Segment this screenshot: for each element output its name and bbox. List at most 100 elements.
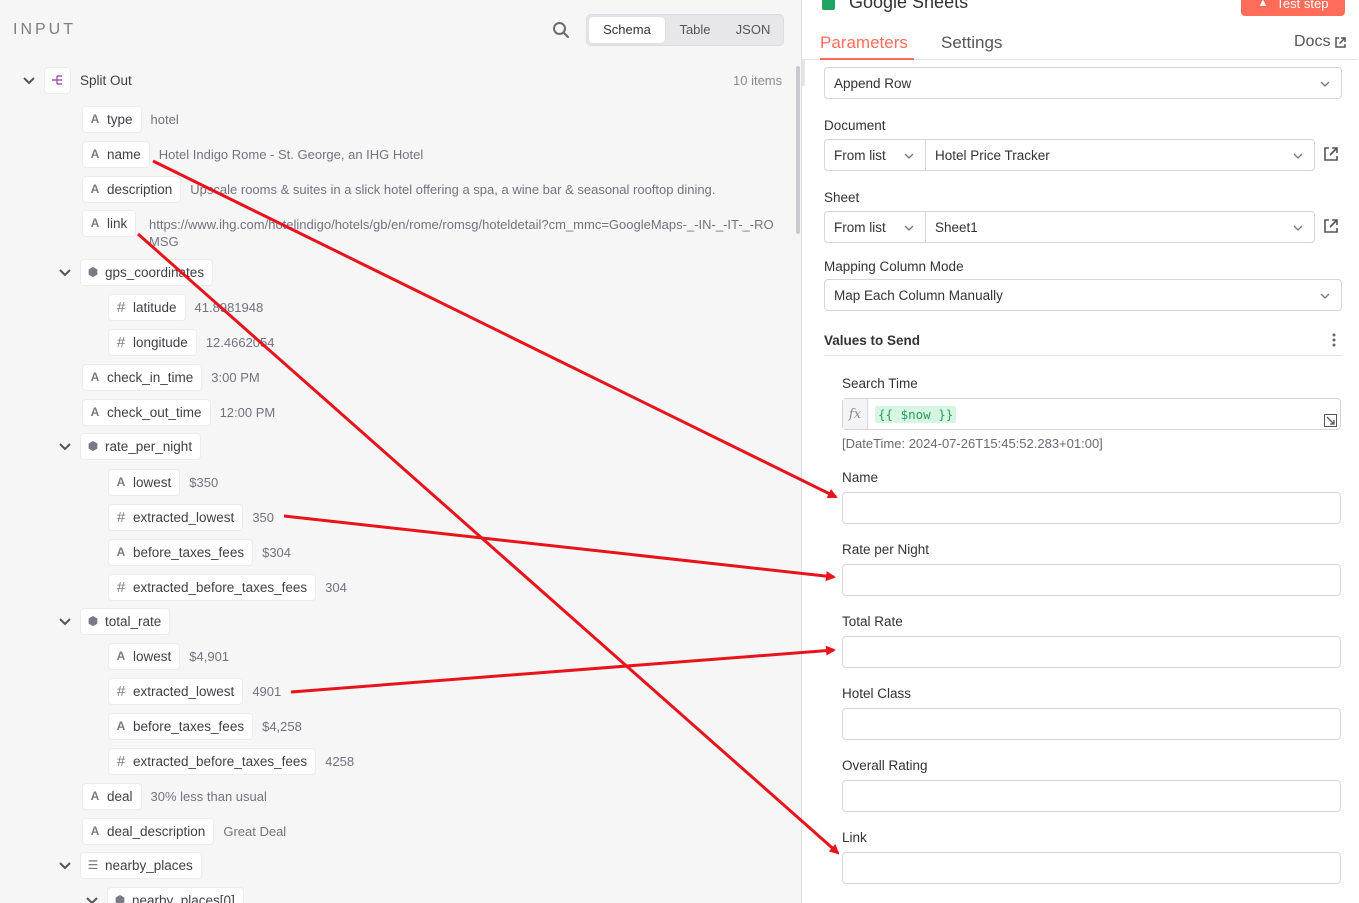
test-step-button[interactable]: ▲ Test step <box>1241 0 1345 16</box>
field-key-chip[interactable]: Adeal_description <box>82 817 215 845</box>
item-count: 10 items <box>733 73 783 88</box>
more-options-icon[interactable] <box>1332 333 1336 347</box>
column-input-link[interactable] <box>842 852 1341 884</box>
field-name[interactable]: Aname Hotel Indigo Rome - St. George, an … <box>82 140 423 168</box>
object-type-icon: ⬢ <box>87 614 99 628</box>
field-key-chip[interactable]: Atype <box>82 105 142 133</box>
docs-link[interactable]: Docs <box>1294 33 1347 51</box>
field-key: extracted_before_taxes_fees <box>133 753 308 769</box>
tree-root-label: Split Out <box>80 72 132 88</box>
field-key: gps_coordinates <box>105 264 205 280</box>
chevron-down-icon[interactable] <box>22 73 36 87</box>
field-key-chip[interactable]: Alowest <box>108 642 181 670</box>
open-sheet-icon[interactable] <box>1323 218 1339 234</box>
field-tr-extracted-before-taxes-fees[interactable]: # extracted_before_taxes_fees 4258 <box>108 747 354 775</box>
field-tr-before-taxes-fees[interactable]: Abefore_taxes_fees $4,258 <box>108 712 302 740</box>
object-type-icon: ⬢ <box>87 265 99 279</box>
view-schema-button[interactable]: Schema <box>589 17 665 43</box>
chevron-down-icon[interactable] <box>58 614 72 628</box>
field-deal-description[interactable]: Adeal_description Great Deal <box>82 817 286 845</box>
field-key-chip[interactable]: # longitude <box>108 328 197 356</box>
field-rate-per-night[interactable]: ⬢ rate_per_night <box>58 432 202 460</box>
field-key: total_rate <box>105 613 162 629</box>
field-key-chip[interactable]: Alink <box>82 209 137 237</box>
field-key-chip[interactable]: ☰ nearby_places <box>80 851 202 879</box>
string-type-icon: A <box>116 545 126 559</box>
tab-parameters[interactable]: Parameters <box>820 33 908 53</box>
field-key-chip[interactable]: # extracted_before_taxes_fees <box>108 573 317 601</box>
field-check-in-time[interactable]: Acheck_in_time 3:00 PM <box>82 363 260 391</box>
string-type-icon: A <box>116 649 126 663</box>
field-key-chip[interactable]: Aname <box>82 140 150 168</box>
field-value: Upscale rooms & suites in a slick hotel … <box>190 181 716 197</box>
field-nearby-places-0[interactable]: ⬢ nearby_places[0] <box>85 886 244 903</box>
field-value: $304 <box>262 544 292 560</box>
chevron-down-icon <box>1320 81 1330 87</box>
view-table-button[interactable]: Table <box>665 17 725 43</box>
field-tr-extracted-lowest[interactable]: # extracted_lowest 4901 <box>108 677 281 705</box>
field-rpn-extracted-before-taxes-fees[interactable]: # extracted_before_taxes_fees 304 <box>108 573 347 601</box>
chevron-down-icon[interactable] <box>85 893 99 903</box>
column-input-hotel-class[interactable] <box>842 708 1341 740</box>
document-mode-value: From list <box>834 147 886 163</box>
sheet-mode-select[interactable]: From list <box>824 211 926 243</box>
field-type[interactable]: Atype hotel <box>82 105 179 133</box>
field-check-out-time[interactable]: Acheck_out_time 12:00 PM <box>82 398 275 426</box>
open-document-icon[interactable] <box>1323 146 1339 162</box>
field-longitude[interactable]: # longitude 12.4662054 <box>108 328 275 356</box>
sheet-select[interactable]: Sheet1 <box>925 211 1315 243</box>
field-rpn-lowest[interactable]: Alowest $350 <box>108 468 218 496</box>
field-key-chip[interactable]: ⬢ total_rate <box>80 607 171 635</box>
field-key-chip[interactable]: Adescription <box>82 175 182 203</box>
search-icon[interactable] <box>552 21 570 39</box>
field-key-chip[interactable]: # extracted_lowest <box>108 677 244 705</box>
field-rpn-before-taxes-fees[interactable]: Abefore_taxes_fees $304 <box>108 538 291 566</box>
field-key-chip[interactable]: ⬢ nearby_places[0] <box>107 886 244 903</box>
tab-settings[interactable]: Settings <box>941 33 1002 53</box>
field-gps-coordinates[interactable]: ⬢ gps_coordinates <box>58 258 214 286</box>
field-key: check_in_time <box>107 369 194 385</box>
field-deal[interactable]: Adeal 30% less than usual <box>82 782 267 810</box>
field-description[interactable]: Adescription Upscale rooms & suites in a … <box>82 175 715 203</box>
chevron-down-icon[interactable] <box>58 265 72 279</box>
view-json-button[interactable]: JSON <box>725 17 781 43</box>
operation-select[interactable]: Append Row <box>824 67 1342 99</box>
field-key-chip[interactable]: Abefore_taxes_fees <box>108 712 254 740</box>
field-rpn-extracted-lowest[interactable]: # extracted_lowest 350 <box>108 503 274 531</box>
column-input-rate-per-night[interactable] <box>842 564 1341 596</box>
field-key-chip[interactable]: # latitude <box>108 293 186 321</box>
document-select[interactable]: Hotel Price Tracker <box>925 139 1315 171</box>
chevron-down-icon <box>1320 293 1330 299</box>
tree-root-split-out[interactable]: Split Out <box>22 66 132 94</box>
field-tr-lowest[interactable]: Alowest $4,901 <box>108 642 229 670</box>
field-key-chip[interactable]: Alowest <box>108 468 181 496</box>
field-key-chip[interactable]: Acheck_in_time <box>82 363 203 391</box>
field-key: deal_description <box>107 823 206 839</box>
field-key-chip[interactable]: ⬢ rate_per_night <box>80 432 202 460</box>
scrollbar[interactable] <box>796 66 800 234</box>
field-key: extracted_lowest <box>133 509 235 525</box>
field-key-chip[interactable]: Adeal <box>82 782 142 810</box>
field-key-chip[interactable]: Acheck_out_time <box>82 398 211 426</box>
object-type-icon: ⬢ <box>114 893 126 903</box>
field-key: deal <box>107 788 133 804</box>
field-link[interactable]: Alink <box>82 209 137 237</box>
column-input-total-rate[interactable] <box>842 636 1341 668</box>
column-input-overall-rating[interactable] <box>842 780 1341 812</box>
field-key-chip[interactable]: ⬢ gps_coordinates <box>80 258 214 286</box>
field-total-rate[interactable]: ⬢ total_rate <box>58 607 171 635</box>
field-latitude[interactable]: # latitude 41.8981948 <box>108 293 263 321</box>
mapping-mode-select[interactable]: Map Each Column Manually <box>824 279 1342 311</box>
field-key-chip[interactable]: # extracted_before_taxes_fees <box>108 747 317 775</box>
field-nearby-places[interactable]: ☰ nearby_places <box>58 851 202 879</box>
chevron-down-icon[interactable] <box>58 858 72 872</box>
document-value: Hotel Price Tracker <box>935 147 1050 163</box>
panel-scrollbar[interactable] <box>802 60 805 86</box>
chevron-down-icon[interactable] <box>58 439 72 453</box>
field-key-chip[interactable]: Abefore_taxes_fees <box>108 538 254 566</box>
document-mode-select[interactable]: From list <box>824 139 926 171</box>
column-input-name[interactable] <box>842 492 1341 524</box>
expand-editor-icon[interactable] <box>1324 414 1337 427</box>
field-key-chip[interactable]: # extracted_lowest <box>108 503 244 531</box>
search-time-expression-field[interactable]: fx {{ $now }} <box>842 398 1341 430</box>
